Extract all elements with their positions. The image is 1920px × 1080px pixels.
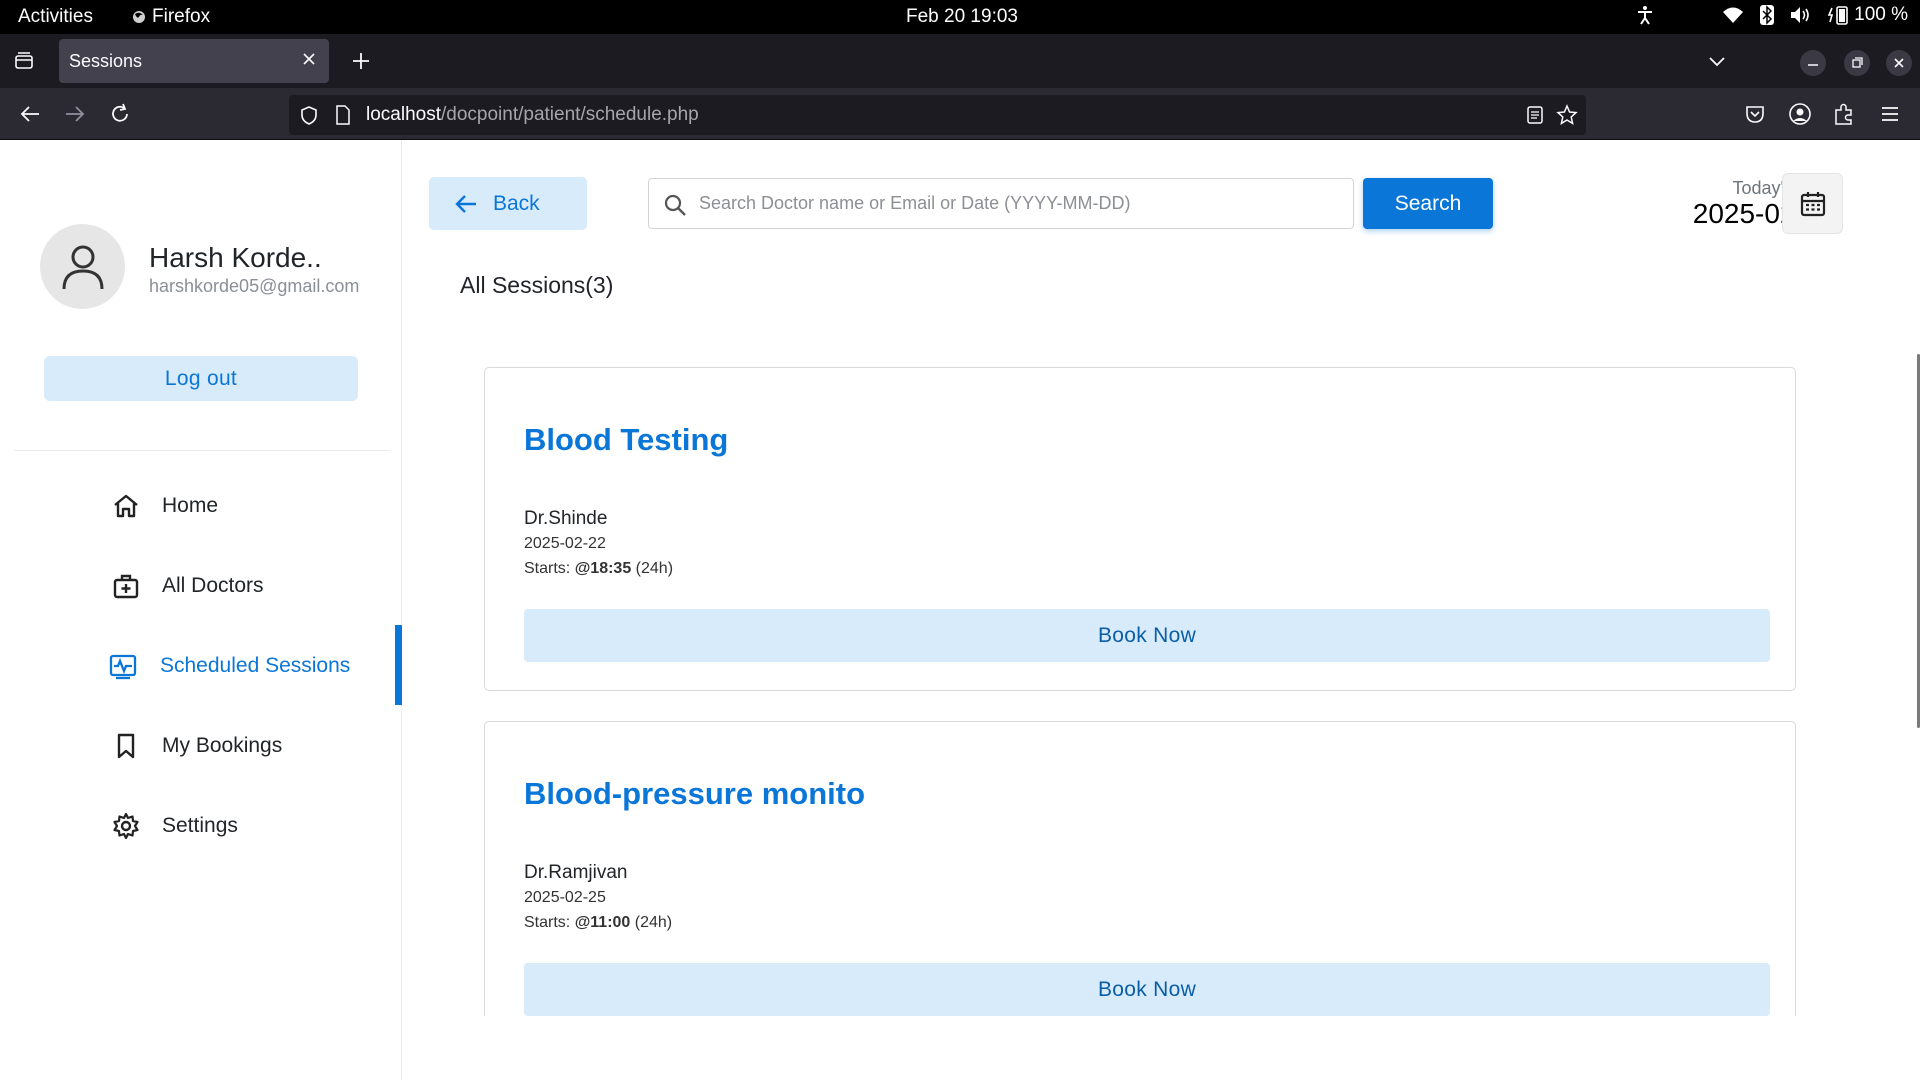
reader-view-icon[interactable] xyxy=(1526,105,1544,125)
session-start-time: Starts: @18:35 (24h) xyxy=(524,560,673,578)
search-icon xyxy=(664,194,686,216)
starts-label: Starts: xyxy=(524,560,575,577)
activities-button[interactable]: Activities xyxy=(18,6,93,28)
firefox-icon xyxy=(133,11,145,23)
menu-hamburger-icon[interactable] xyxy=(1879,103,1901,125)
sidebar: Harsh Korde.. harshkorde05@gmail.com Log… xyxy=(0,140,402,1080)
session-title: Blood-pressure monito xyxy=(524,776,866,811)
session-date: 2025-02-22 xyxy=(524,535,606,552)
gear-icon xyxy=(113,812,139,840)
system-top-bar: Activities Firefox Feb 20 19:03 100 % xyxy=(0,0,1920,34)
volume-icon[interactable] xyxy=(1790,6,1812,24)
sidebar-item-label: Home xyxy=(162,494,219,517)
back-button-label: Back xyxy=(493,191,540,215)
sidebar-item-settings[interactable]: Settings xyxy=(0,785,402,865)
shield-icon[interactable] xyxy=(299,105,319,125)
url-text[interactable]: localhost/docpoint/patient/schedule.php xyxy=(366,104,699,126)
close-window-icon[interactable] xyxy=(1886,50,1912,76)
web-page: Harsh Korde.. harshkorde05@gmail.com Log… xyxy=(0,140,1920,1080)
tab-sessions[interactable]: Sessions xyxy=(59,39,329,83)
active-indicator xyxy=(395,625,402,705)
user-icon xyxy=(62,245,103,289)
calendar-button[interactable] xyxy=(1782,173,1843,234)
session-card: Blood Testing Dr.Shinde 2025-02-22 Start… xyxy=(484,367,1796,691)
sidebar-item-home[interactable]: Home xyxy=(0,465,402,545)
sidebar-item-label: All Doctors xyxy=(162,574,264,597)
sidebar-item-label: Settings xyxy=(162,814,238,837)
start-time-value: @11:00 xyxy=(574,914,631,931)
arrow-left-icon xyxy=(455,194,476,213)
page-icon[interactable] xyxy=(335,105,351,125)
reload-icon[interactable] xyxy=(109,103,131,125)
bookmark-star-icon[interactable] xyxy=(1556,104,1578,126)
session-doctor: Dr.Ramjivan xyxy=(524,862,628,883)
new-tab-icon[interactable] xyxy=(351,51,371,71)
address-bar[interactable]: localhost/docpoint/patient/schedule.php xyxy=(289,95,1586,135)
session-start-time: Starts: @11:00 (24h) xyxy=(524,914,672,932)
user-email: harshkorde05@gmail.com xyxy=(149,276,360,296)
sidebar-item-label: Scheduled Sessions xyxy=(160,654,351,677)
starts-label: Starts: xyxy=(524,914,575,931)
main-content: Back Search Today's Date 2025-02-20 All … xyxy=(402,140,1920,1080)
sidebar-item-all-doctors[interactable]: All Doctors xyxy=(0,545,402,625)
bluetooth-icon[interactable] xyxy=(1760,5,1775,25)
tab-title: Sessions xyxy=(69,51,143,71)
home-icon xyxy=(114,494,138,518)
logout-button[interactable]: Log out xyxy=(44,356,358,401)
book-now-button[interactable]: Book Now xyxy=(524,963,1770,1016)
search-input[interactable] xyxy=(699,179,1339,228)
session-date: 2025-02-25 xyxy=(524,889,606,906)
account-icon[interactable] xyxy=(1788,102,1812,126)
content-clip xyxy=(402,1016,1920,1080)
extensions-icon[interactable] xyxy=(1833,102,1855,126)
sidebar-item-scheduled-sessions[interactable]: Scheduled Sessions xyxy=(0,625,402,705)
bookmark-icon xyxy=(117,733,135,759)
sidebar-item-my-bookings[interactable]: My Bookings xyxy=(0,705,402,785)
app-menu[interactable]: Firefox xyxy=(132,6,210,28)
forward-arrow-icon[interactable] xyxy=(64,103,86,125)
url-path: /docpoint/patient/schedule.php xyxy=(441,104,699,125)
medical-bag-icon xyxy=(113,574,139,599)
sidebar-item-label: My Bookings xyxy=(162,734,283,757)
session-doctor: Dr.Shinde xyxy=(524,508,608,529)
divider xyxy=(14,450,390,451)
schedule-icon xyxy=(109,654,137,680)
chevron-down-icon[interactable] xyxy=(1707,51,1727,71)
system-tray[interactable]: 100 % xyxy=(1636,4,1908,26)
search-button[interactable]: Search xyxy=(1363,178,1493,229)
battery-indicator[interactable]: 100 % xyxy=(1828,4,1908,26)
battery-icon xyxy=(1828,6,1848,25)
minimize-icon[interactable] xyxy=(1800,50,1826,76)
session-title: Blood Testing xyxy=(524,422,729,457)
clock[interactable]: Feb 20 19:03 xyxy=(906,6,1018,28)
battery-percent: 100 % xyxy=(1854,4,1908,25)
accessibility-icon[interactable] xyxy=(1636,5,1654,25)
sessions-heading: All Sessions(3) xyxy=(460,272,614,298)
url-host: localhost xyxy=(366,104,441,125)
calendar-icon xyxy=(1800,191,1825,216)
navigation-toolbar: localhost/docpoint/patient/schedule.php xyxy=(0,88,1920,140)
firefox-view-icon[interactable] xyxy=(14,51,34,71)
avatar xyxy=(40,224,125,309)
user-name: Harsh Korde.. xyxy=(149,242,322,273)
tab-strip: Sessions xyxy=(0,34,1920,88)
start-time-value: @18:35 xyxy=(574,560,632,577)
back-arrow-icon[interactable] xyxy=(19,103,41,125)
wifi-icon[interactable] xyxy=(1722,6,1744,24)
time-format: (24h) xyxy=(630,914,673,931)
close-tab-icon[interactable] xyxy=(299,49,319,69)
search-box[interactable] xyxy=(648,178,1354,229)
restore-icon[interactable] xyxy=(1844,50,1870,76)
pocket-icon[interactable] xyxy=(1744,103,1766,125)
session-card: Blood-pressure monito Dr.Ramjivan 2025-0… xyxy=(484,721,1796,1045)
back-button[interactable]: Back xyxy=(429,177,587,230)
time-format: (24h) xyxy=(631,560,674,577)
book-now-button[interactable]: Book Now xyxy=(524,609,1770,662)
app-name: Firefox xyxy=(152,6,211,27)
